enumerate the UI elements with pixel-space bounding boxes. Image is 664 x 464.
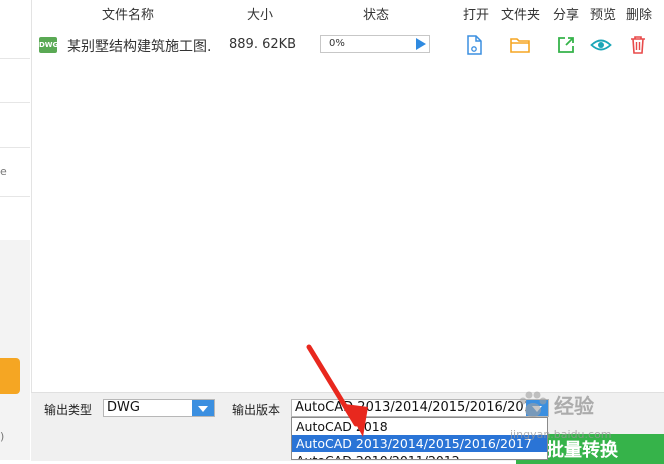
watermark-text: 经验 xyxy=(554,394,594,418)
left-edge-text: e xyxy=(0,165,7,178)
file-name: 某别墅结构建筑施工图. xyxy=(67,39,212,55)
col-open: 打开 xyxy=(463,8,490,23)
col-size: 大小 xyxy=(247,8,274,23)
col-folder: 文件夹 xyxy=(501,8,541,23)
baidu-jingyan-watermark: 经验 jingyan.baidu.com xyxy=(508,384,628,441)
left-divider xyxy=(0,58,30,59)
left-divider xyxy=(0,147,30,148)
left-edge-text: ) xyxy=(0,430,5,443)
left-gray-panel xyxy=(0,240,30,460)
preview-eye-icon[interactable] xyxy=(590,34,612,56)
col-status: 状态 xyxy=(363,8,390,23)
open-file-icon[interactable] xyxy=(463,34,485,56)
col-preview: 预览 xyxy=(590,8,617,23)
progress-text: 0% xyxy=(329,38,345,49)
col-delete: 删除 xyxy=(626,8,653,23)
chevron-down-icon[interactable] xyxy=(192,400,214,416)
watermark-url: jingyan.baidu.com xyxy=(510,428,612,441)
output-version-value: AutoCAD 2013/2014/2015/2016/2017 xyxy=(295,400,541,415)
output-type-select[interactable]: DWG xyxy=(103,399,215,417)
file-table-header: 文件名称 大小 状态 打开 文件夹 分享 预览 删除 xyxy=(31,0,664,26)
folder-icon[interactable] xyxy=(509,34,531,56)
left-panel: e ) xyxy=(0,0,32,460)
promo-tag[interactable] xyxy=(0,358,20,394)
progress-bar: 0% xyxy=(320,35,430,53)
file-size: 889. 62KB xyxy=(229,37,297,52)
output-type-label: 输出类型 xyxy=(44,403,93,417)
version-option[interactable]: AutoCAD 2010/2011/2012 xyxy=(292,452,547,459)
paw-logo-icon xyxy=(519,391,547,417)
output-type-value: DWG xyxy=(107,400,140,415)
table-row[interactable]: DWG 某别墅结构建筑施工图. 889. 62KB 0% xyxy=(31,30,664,60)
left-divider xyxy=(0,102,30,103)
share-icon[interactable] xyxy=(555,34,577,56)
left-divider xyxy=(0,196,30,197)
col-share: 分享 xyxy=(553,8,580,23)
col-file-name: 文件名称 xyxy=(102,8,155,23)
dwg-file-icon: DWG xyxy=(39,37,58,53)
output-version-label: 输出版本 xyxy=(232,403,281,417)
start-icon[interactable] xyxy=(416,38,426,50)
delete-trash-icon[interactable] xyxy=(627,34,649,56)
